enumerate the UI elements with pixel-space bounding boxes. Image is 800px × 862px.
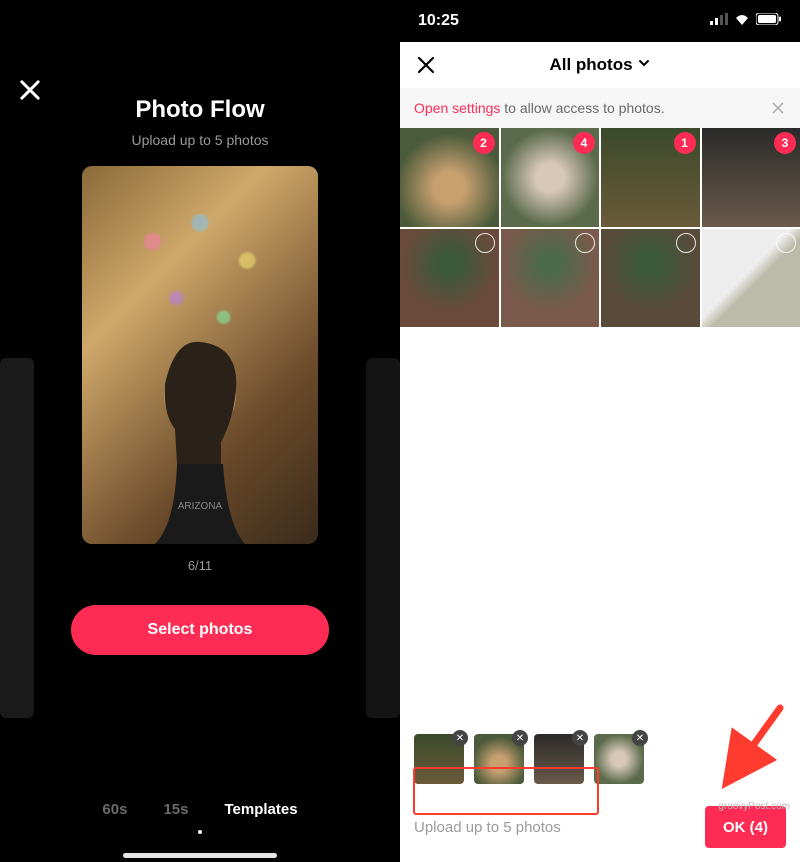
photo-thumbnail[interactable]: 1 — [601, 128, 700, 227]
selected-strip: ✕✕✕✕ — [400, 724, 800, 792]
album-title: All photos — [549, 55, 632, 75]
chevron-down-icon — [637, 55, 651, 75]
home-indicator[interactable] — [123, 853, 277, 858]
photo-thumbnail[interactable] — [400, 229, 499, 328]
watermark: groovyPost.com — [718, 801, 790, 812]
selection-circle[interactable] — [676, 233, 696, 253]
selected-thumbnail[interactable]: ✕ — [414, 734, 464, 784]
selection-badge[interactable]: 2 — [473, 132, 495, 154]
permission-banner: Open settings to allow access to photos. — [400, 88, 800, 128]
selected-thumbnail[interactable]: ✕ — [534, 734, 584, 784]
status-time: 10:25 — [418, 12, 710, 30]
svg-text:ARIZONA: ARIZONA — [178, 501, 223, 512]
preview-neighbor-left[interactable] — [0, 358, 34, 718]
selection-circle[interactable] — [475, 233, 495, 253]
photo-thumbnail[interactable]: 2 — [400, 128, 499, 227]
photo-thumbnail[interactable]: 4 — [501, 128, 600, 227]
photo-grid: 2 4 1 3 — [400, 128, 800, 327]
remove-photo-icon[interactable]: ✕ — [512, 730, 528, 746]
selection-badge[interactable]: 3 — [774, 132, 796, 154]
album-dropdown[interactable]: All photos — [438, 55, 762, 75]
select-photos-button[interactable]: Select photos — [71, 605, 329, 655]
preview-counter: 6/11 — [0, 558, 400, 573]
bottom-tray: ✕✕✕✕ Upload up to 5 photos OK (4) — [400, 724, 800, 862]
selection-circle[interactable] — [575, 233, 595, 253]
photo-thumbnail[interactable]: 3 — [702, 128, 800, 227]
selected-thumbnail[interactable]: ✕ — [474, 734, 524, 784]
preview-card[interactable]: ARIZONA — [82, 166, 318, 544]
upload-hint: Upload up to 5 photos — [414, 819, 695, 836]
tab-15s[interactable]: 15s — [163, 801, 188, 818]
photo-thumbnail[interactable] — [702, 229, 800, 328]
open-settings-link[interactable]: Open settings — [414, 100, 500, 116]
preview-neighbor-right[interactable] — [366, 358, 400, 718]
preview-carousel[interactable]: ARIZONA — [0, 166, 400, 544]
close-icon[interactable] — [414, 53, 438, 77]
tab-templates[interactable]: Templates — [224, 801, 297, 818]
banner-text: to allow access to photos. — [500, 100, 664, 116]
template-preview-screen: Photo Flow Upload up to 5 photos ARIZONA… — [0, 0, 400, 862]
tab-60s[interactable]: 60s — [102, 801, 127, 818]
wifi-icon — [734, 12, 750, 30]
close-icon[interactable] — [16, 76, 44, 104]
close-icon[interactable] — [770, 100, 786, 116]
battery-icon — [756, 12, 782, 30]
status-bar: 10:25 — [400, 0, 800, 42]
remove-photo-icon[interactable]: ✕ — [452, 730, 468, 746]
signal-icon — [710, 12, 728, 30]
preview-person-image: ARIZONA — [125, 324, 275, 544]
template-subtitle: Upload up to 5 photos — [0, 132, 400, 148]
bottom-tabs: 60s 15s Templates — [0, 801, 400, 818]
ok-button[interactable]: OK (4) — [705, 806, 786, 848]
photo-picker-screen: 10:25 All photos Open settings to allow … — [400, 0, 800, 862]
selection-badge[interactable]: 1 — [674, 132, 696, 154]
tab-indicator-dot — [198, 830, 202, 834]
selected-thumbnail[interactable]: ✕ — [594, 734, 644, 784]
selection-circle[interactable] — [776, 233, 796, 253]
template-title: Photo Flow — [0, 96, 400, 124]
photo-thumbnail[interactable] — [501, 229, 600, 328]
remove-photo-icon[interactable]: ✕ — [632, 730, 648, 746]
remove-photo-icon[interactable]: ✕ — [572, 730, 588, 746]
photo-thumbnail[interactable] — [601, 229, 700, 328]
picker-header: All photos — [400, 42, 800, 88]
selection-badge[interactable]: 4 — [573, 132, 595, 154]
